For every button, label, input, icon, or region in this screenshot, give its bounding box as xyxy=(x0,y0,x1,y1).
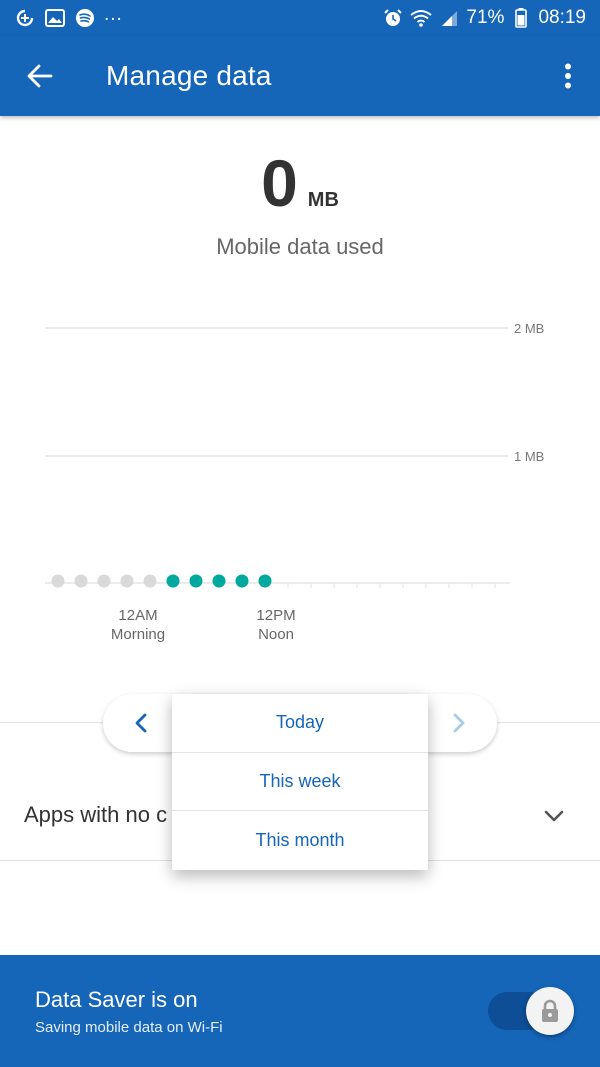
data-point xyxy=(51,574,65,588)
prev-range-button[interactable] xyxy=(111,694,171,752)
data-point xyxy=(74,574,88,588)
x-label-midnight-name: Morning xyxy=(110,626,166,643)
lock-icon xyxy=(542,999,558,1022)
x-label-midnight-time: 12AM xyxy=(118,607,158,624)
data-point xyxy=(235,574,249,588)
apps-section-label: Apps with no c xyxy=(24,802,168,827)
x-label-noon-time: 12PM xyxy=(256,607,296,624)
status-bar: ... 71% 08:19 xyxy=(0,0,600,36)
data-saver-subtitle: Saving mobile data on Wi-Fi xyxy=(35,1019,223,1036)
usage-chart: 2 MB 1 MB 12AM Morning 12PM Noon xyxy=(0,300,600,660)
more-vert-icon xyxy=(565,63,571,89)
status-time: 08:19 xyxy=(538,7,586,28)
alarm-icon xyxy=(382,7,404,29)
chevron-left-icon xyxy=(135,713,147,733)
data-saver-icon xyxy=(14,7,36,29)
status-left: ... xyxy=(14,4,123,29)
back-button[interactable] xyxy=(0,36,80,116)
arrow-left-icon xyxy=(27,64,53,88)
dropdown-item-today[interactable]: Today xyxy=(172,694,428,753)
dropdown-item-this-week[interactable]: This week xyxy=(172,753,428,812)
usage-label: Mobile data used xyxy=(216,234,384,259)
data-point xyxy=(258,574,272,588)
y-tick-label-mid: 1 MB xyxy=(514,449,544,464)
data-points xyxy=(51,574,272,588)
battery-icon xyxy=(510,7,532,29)
data-saver-title: Data Saver is on xyxy=(35,987,198,1012)
x-label-noon-name: Noon xyxy=(258,626,294,643)
data-point xyxy=(212,574,226,588)
status-right: 71% 08:19 xyxy=(382,7,586,29)
data-point xyxy=(120,574,134,588)
x-label-noon: 12PM Noon xyxy=(231,606,321,644)
data-point xyxy=(97,574,111,588)
usage-summary: 0 MB Mobile data used xyxy=(0,150,600,260)
usage-amount: 0 MB xyxy=(261,150,339,216)
next-range-button[interactable] xyxy=(429,694,489,752)
data-point xyxy=(143,574,157,588)
app-bar: Manage data xyxy=(0,36,600,116)
notification-overflow: ... xyxy=(104,4,123,25)
usage-unit: MB xyxy=(307,189,339,211)
chevron-right-icon xyxy=(453,713,465,733)
data-point xyxy=(189,574,203,588)
y-tick-label-top: 2 MB xyxy=(514,321,544,336)
range-dropdown: Today This week This month xyxy=(172,694,428,870)
signal-icon xyxy=(438,7,460,29)
more-options-button[interactable] xyxy=(536,36,600,116)
x-label-midnight: 12AM Morning xyxy=(93,606,183,644)
dropdown-item-this-month[interactable]: This month xyxy=(172,811,428,870)
usage-number: 0 xyxy=(261,146,298,220)
toggle-knob[interactable] xyxy=(526,987,574,1035)
wifi-icon xyxy=(410,7,433,29)
data-point xyxy=(166,574,180,588)
page-title: Manage data xyxy=(106,60,272,91)
image-icon xyxy=(44,7,66,29)
chevron-down-icon[interactable] xyxy=(542,804,566,828)
battery-percent: 71% xyxy=(466,7,505,28)
spotify-icon xyxy=(74,7,96,29)
